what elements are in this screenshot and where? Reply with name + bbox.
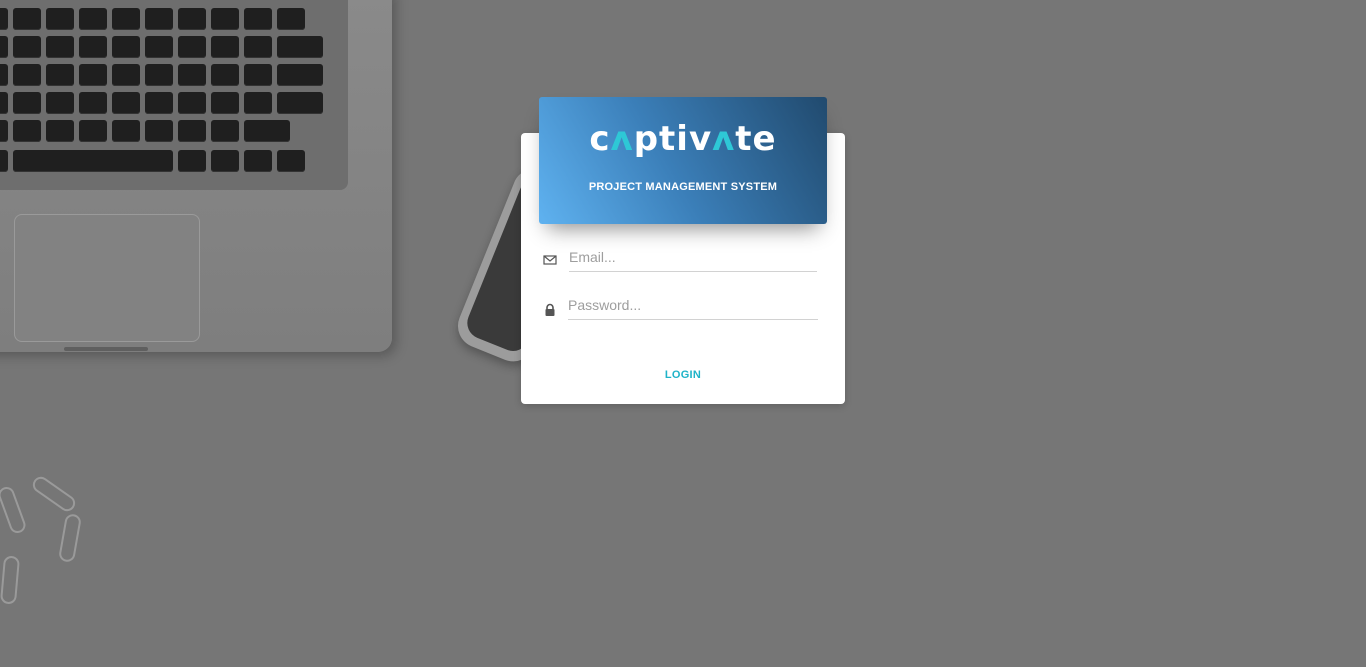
keyboard-row — [0, 8, 305, 30]
background-laptop-image — [0, 0, 392, 352]
keyboard-row — [0, 64, 323, 86]
login-button[interactable]: LOGIN — [640, 362, 726, 388]
envelope-icon — [543, 253, 557, 267]
background-paperclip — [0, 484, 28, 536]
login-card-header: cʌptivʌte PROJECT MANAGEMENT SYSTEM — [539, 97, 827, 224]
password-field-group — [541, 291, 818, 321]
captivate-logo: cʌptivʌte — [589, 119, 777, 159]
password-input[interactable] — [568, 291, 818, 320]
keyboard-row — [0, 120, 290, 142]
keyboard-row — [0, 150, 305, 172]
keyboard-row — [0, 92, 323, 114]
background-paperclip — [57, 512, 83, 564]
background-paperclip — [29, 473, 79, 515]
background-trackpad — [14, 214, 200, 342]
background-laptop-notch — [64, 347, 148, 351]
background-paperclip — [0, 555, 21, 605]
background-keyboard — [0, 0, 348, 190]
app-subtitle: PROJECT MANAGEMENT SYSTEM — [588, 181, 778, 193]
keyboard-row — [0, 36, 323, 58]
email-field-group — [541, 243, 818, 273]
email-input[interactable] — [569, 243, 817, 272]
lock-icon — [543, 303, 557, 317]
